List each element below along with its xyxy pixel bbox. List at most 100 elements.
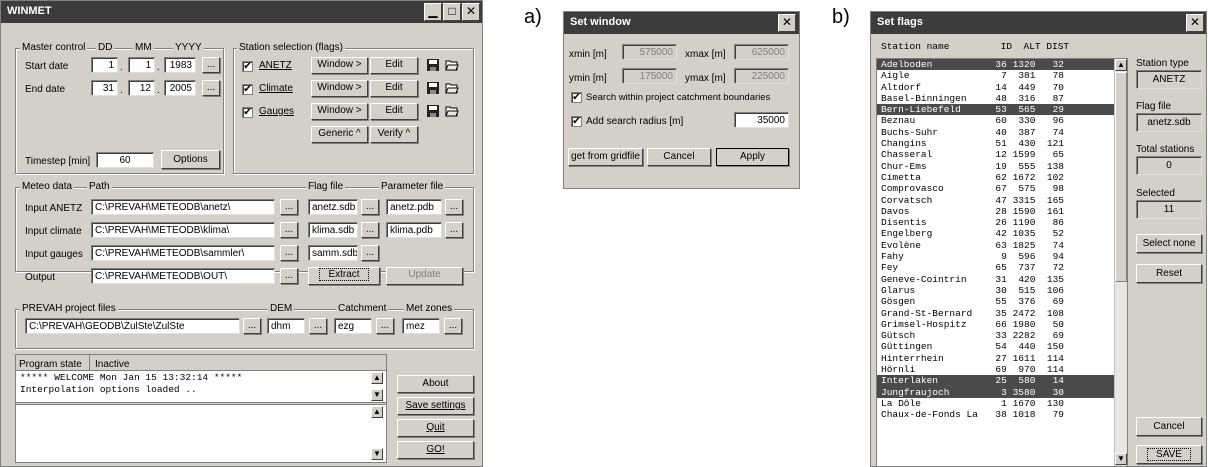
options-button[interactable]: Options bbox=[161, 150, 220, 169]
start-year-field[interactable]: 1983 bbox=[164, 57, 196, 73]
station-row[interactable]: La Dôle 1 1670 130 bbox=[877, 398, 1127, 409]
station-row[interactable]: Fey 65 737 72 bbox=[877, 262, 1127, 273]
input-climate-param-field[interactable]: klima.pdb bbox=[386, 222, 442, 238]
climate-edit-button[interactable]: Edit bbox=[370, 80, 418, 97]
output-path-field[interactable]: C:\PREVAH\METEODB\OUT\ bbox=[91, 268, 275, 284]
reset-button[interactable]: Reset bbox=[1136, 264, 1202, 283]
search-catchment-checkbox[interactable]: ✔ bbox=[571, 92, 582, 103]
end-day-field[interactable]: 31 bbox=[91, 80, 118, 96]
start-date-browse-button[interactable]: ... bbox=[202, 57, 220, 73]
station-row[interactable]: Evolène 63 1825 74 bbox=[877, 240, 1127, 251]
station-row[interactable]: Chaux-de-Fonds La 38 1018 79 bbox=[877, 409, 1127, 420]
scroll-up-icon[interactable]: ▲ bbox=[371, 406, 383, 418]
station-row[interactable]: Geneve-Cointrin 31 420 135 bbox=[877, 274, 1127, 285]
station-row[interactable]: Davos 28 1590 161 bbox=[877, 206, 1127, 217]
station-row[interactable]: Chasseral 12 1599 65 bbox=[877, 149, 1127, 160]
input-gauges-flag-field[interactable]: samm.sdb bbox=[308, 245, 358, 261]
save-settings-button[interactable]: Save settings bbox=[397, 397, 474, 415]
dem-field[interactable]: dhm bbox=[267, 318, 305, 334]
climate-checkbox[interactable]: ✔ bbox=[242, 84, 253, 95]
scroll-down-icon[interactable]: ▼ bbox=[371, 389, 383, 401]
station-row[interactable]: Grand-St-Bernard 35 2472 108 bbox=[877, 308, 1127, 319]
close-icon[interactable]: ✕ bbox=[462, 3, 480, 21]
climate-window-button[interactable]: Window > bbox=[311, 80, 368, 97]
input-gauges-flag-browse-button[interactable]: ... bbox=[361, 245, 379, 261]
scroll-up-icon[interactable]: ▲ bbox=[1115, 59, 1127, 71]
gauges-checkbox[interactable]: ✔ bbox=[242, 107, 253, 118]
save-button[interactable]: SAVE bbox=[1136, 445, 1202, 464]
input-climate-param-browse-button[interactable]: ... bbox=[445, 222, 463, 238]
input-anetz-flag-browse-button[interactable]: ... bbox=[361, 199, 379, 215]
timestep-field[interactable]: 60 bbox=[96, 152, 154, 168]
search-radius-checkbox[interactable]: ✔ bbox=[571, 116, 582, 127]
winmet-titlebar[interactable]: WINMET ▁ □ ✕ bbox=[1, 1, 482, 23]
station-row[interactable]: Gütsch 33 2282 69 bbox=[877, 330, 1127, 341]
update-button[interactable]: Update bbox=[386, 267, 463, 285]
about-button[interactable]: About bbox=[397, 375, 474, 393]
station-row[interactable]: Changins 51 430 121 bbox=[877, 138, 1127, 149]
anetz-window-button[interactable]: Window > bbox=[311, 57, 368, 74]
set-flags-titlebar[interactable]: Set flags ✕ bbox=[871, 12, 1206, 34]
prevah-path-field[interactable]: C:\PREVAH\GEODB\ZulSte\ZulSte bbox=[25, 318, 240, 334]
station-row[interactable]: Güttingen 54 440 150 bbox=[877, 341, 1127, 352]
station-row[interactable]: Fahy 9 596 94 bbox=[877, 251, 1127, 262]
station-row[interactable]: Interlaken 25 580 14 bbox=[877, 375, 1127, 387]
station-row[interactable]: Glarus 30 515 106 bbox=[877, 285, 1127, 296]
input-gauges-path-field[interactable]: C:\PREVAH\METEODB\sammler\ bbox=[91, 245, 275, 261]
save-disk-icon[interactable] bbox=[426, 58, 440, 72]
search-radius-field[interactable]: 35000 bbox=[734, 112, 789, 128]
station-row[interactable]: Chur-Ems 19 555 138 bbox=[877, 161, 1127, 172]
met-zones-field[interactable]: mez bbox=[402, 318, 440, 334]
scroll-thumb[interactable] bbox=[1115, 72, 1127, 282]
set-window-cancel-button[interactable]: Cancel bbox=[647, 148, 711, 166]
extract-button[interactable]: Extract bbox=[308, 267, 380, 285]
select-none-button[interactable]: Select none bbox=[1136, 234, 1202, 253]
station-row[interactable]: Disentis 26 1190 86 bbox=[877, 217, 1127, 228]
xmax-field[interactable]: 625000 bbox=[734, 44, 789, 60]
get-from-gridfile-button[interactable]: get from gridfile bbox=[568, 148, 643, 166]
log-area-2[interactable] bbox=[15, 404, 387, 463]
go-button[interactable]: GO! bbox=[397, 441, 474, 459]
station-row[interactable]: Grimsel-Hospitz 66 1980 50 bbox=[877, 319, 1127, 330]
ymax-field[interactable]: 225000 bbox=[734, 68, 789, 84]
save-disk-icon[interactable] bbox=[426, 81, 440, 95]
input-anetz-browse-button[interactable]: ... bbox=[280, 199, 298, 215]
maximize-icon[interactable]: □ bbox=[443, 3, 461, 21]
station-row[interactable]: Engelberg 42 1035 52 bbox=[877, 228, 1127, 239]
input-climate-flag-field[interactable]: klima.sdb bbox=[308, 222, 358, 238]
start-day-field[interactable]: 1 bbox=[91, 57, 118, 73]
apply-button[interactable]: Apply bbox=[716, 148, 789, 166]
station-row[interactable]: Corvatsch 47 3315 165 bbox=[877, 195, 1127, 206]
scroll-up-icon[interactable]: ▲ bbox=[371, 372, 383, 384]
minimize-icon[interactable]: ▁ bbox=[424, 3, 442, 21]
input-climate-flag-browse-button[interactable]: ... bbox=[361, 222, 379, 238]
open-folder-icon[interactable] bbox=[445, 81, 459, 95]
generic-button[interactable]: Generic ^ bbox=[311, 126, 368, 143]
close-icon[interactable]: ✕ bbox=[778, 14, 796, 32]
scroll-down-icon[interactable]: ▼ bbox=[1115, 453, 1127, 465]
input-gauges-browse-button[interactable]: ... bbox=[280, 245, 298, 261]
catchment-field[interactable]: ezg bbox=[334, 318, 372, 334]
station-row[interactable]: Bern-Liebefeld 53 565 29 bbox=[877, 104, 1127, 116]
open-folder-icon[interactable] bbox=[445, 58, 459, 72]
start-month-field[interactable]: 1 bbox=[128, 57, 155, 73]
scroll-down-icon[interactable]: ▼ bbox=[371, 448, 383, 460]
set-window-titlebar[interactable]: Set window ✕ bbox=[564, 12, 799, 34]
station-row[interactable]: Buchs-Suhr 40 387 74 bbox=[877, 127, 1127, 138]
station-row[interactable]: Beznau 60 330 96 bbox=[877, 115, 1127, 126]
input-climate-browse-button[interactable]: ... bbox=[280, 222, 298, 238]
station-row[interactable]: Gösgen 55 376 69 bbox=[877, 296, 1127, 307]
station-row[interactable]: Hinterrhein 27 1611 114 bbox=[877, 353, 1127, 364]
verify-button[interactable]: Verify ^ bbox=[370, 126, 418, 143]
ymin-field[interactable]: 175000 bbox=[622, 68, 677, 84]
end-date-browse-button[interactable]: ... bbox=[202, 80, 220, 96]
station-row[interactable]: Cimetta 62 1672 102 bbox=[877, 172, 1127, 183]
station-row[interactable]: Altdorf 14 449 70 bbox=[877, 82, 1127, 93]
prevah-path-browse-button[interactable]: ... bbox=[243, 318, 261, 334]
catchment-browse-button[interactable]: ... bbox=[376, 318, 394, 334]
gauges-edit-button[interactable]: Edit bbox=[370, 103, 418, 120]
input-anetz-param-field[interactable]: anetz.pdb bbox=[386, 199, 442, 215]
log-area[interactable]: ***** WELCOME Mon Jan 15 13:32:14 ***** … bbox=[15, 370, 387, 403]
save-disk-icon[interactable] bbox=[426, 104, 440, 118]
set-flags-cancel-button[interactable]: Cancel bbox=[1136, 417, 1202, 436]
